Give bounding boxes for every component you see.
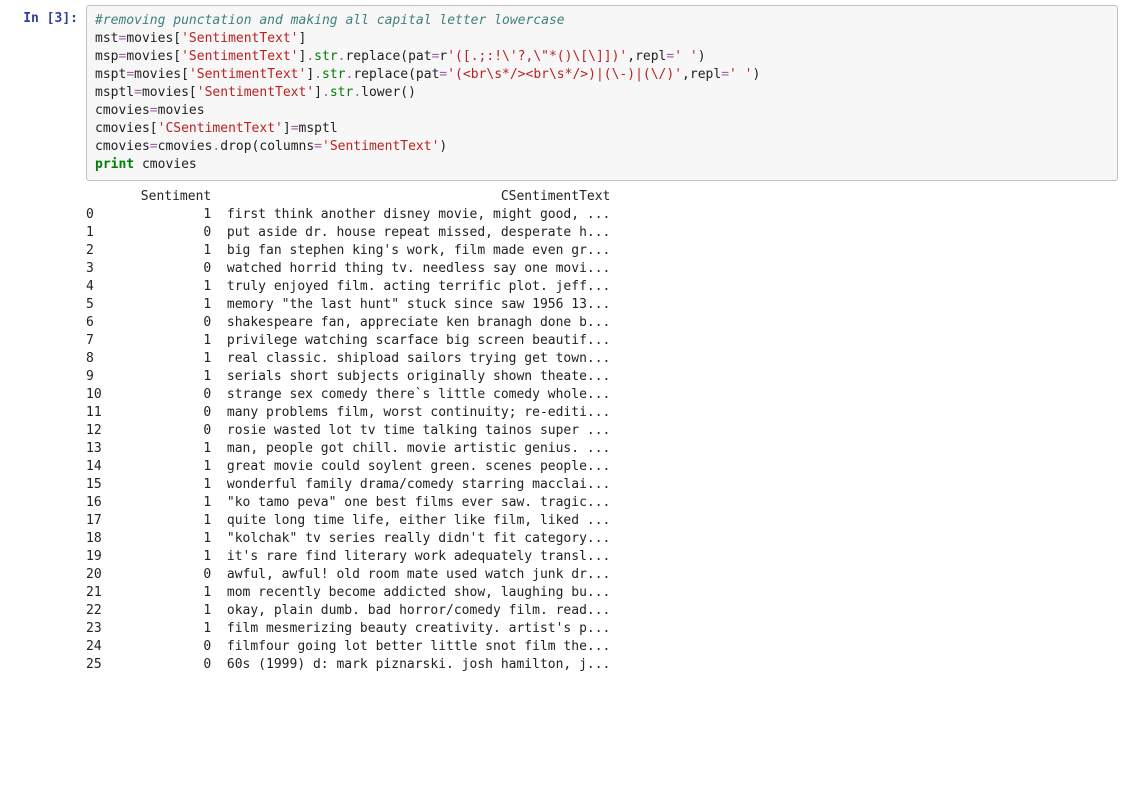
code-comment: #removing punctation and making all capi… [95,13,565,28]
output-text: Sentiment CSentimentText 0 1 first think… [78,186,1128,680]
output-cell: Sentiment CSentimentText 0 1 first think… [0,186,1128,680]
code-editor[interactable]: #removing punctation and making all capi… [86,5,1118,181]
input-prompt: In [3]: [0,5,86,181]
output-header: Sentiment CSentimentText [86,189,610,204]
input-cell: In [3]: #removing punctation and making … [0,0,1128,186]
